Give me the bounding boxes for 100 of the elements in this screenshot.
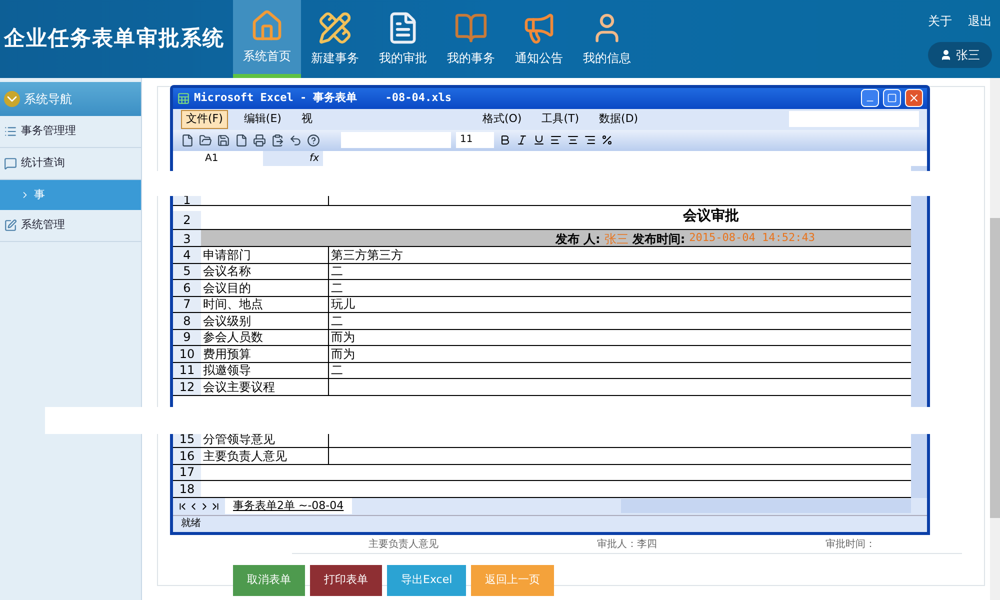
- form-cell-text: 审批时间：: [824, 538, 876, 552]
- status-text: 就绪: [181, 516, 201, 532]
- menu-item[interactable]: 数据(D): [595, 111, 642, 128]
- field-value: 第三方第三方: [330, 248, 404, 261]
- field-label: 费用预算: [202, 348, 252, 360]
- field-value: 而为: [330, 348, 356, 360]
- menu-item[interactable]: 格式(O): [478, 111, 526, 128]
- paste-icon[interactable]: [271, 134, 284, 147]
- undo-icon[interactable]: [289, 134, 302, 147]
- row-number: 18: [173, 481, 201, 497]
- row-number: 5: [173, 264, 201, 280]
- sidebar-title: 系统导航: [24, 91, 72, 108]
- row-number: 10: [173, 346, 201, 362]
- sheet-tab[interactable]: 事务表单2单 ~-08-04: [225, 498, 352, 514]
- close-button[interactable]: [905, 89, 923, 108]
- align-right-icon[interactable]: [584, 134, 596, 146]
- field-value: 玩儿: [330, 298, 356, 310]
- user-pill[interactable]: 张三: [928, 42, 992, 68]
- font-field[interactable]: [341, 132, 451, 148]
- window-title-suffix: -08-04.xls: [385, 90, 452, 106]
- publisher-name: 张三: [604, 231, 628, 246]
- field-label: 时间、地点: [202, 298, 264, 310]
- new-file-icon[interactable]: [181, 134, 194, 147]
- edit-icon: [4, 219, 17, 232]
- font-size-field[interactable]: 11: [456, 132, 494, 148]
- field-value: 二: [330, 364, 344, 376]
- first-sheet-icon[interactable]: [177, 500, 188, 512]
- maximize-icon: [887, 93, 897, 104]
- sheet-heading: 会议审批: [682, 206, 740, 226]
- megaphone-icon: [522, 11, 556, 45]
- field-label: 会议主要议程: [202, 380, 276, 393]
- menu-item[interactable]: 编辑(E): [240, 111, 286, 128]
- nav-tab[interactable]: 我的审批: [369, 0, 437, 78]
- form-cell-text: 主要负责人意见: [368, 538, 440, 552]
- form-cell-text: 审批人：李四: [596, 538, 658, 552]
- nav-tab[interactable]: 通知公告: [505, 0, 573, 78]
- italic-icon[interactable]: [516, 134, 528, 146]
- field-value: 二: [330, 265, 344, 278]
- formula-label: fx: [263, 151, 323, 166]
- scrollbar-thumb[interactable]: [990, 218, 1000, 518]
- nav-tab[interactable]: 新建事务: [301, 0, 369, 78]
- row-number: 11: [173, 362, 201, 378]
- menu-item[interactable]: 工具(T): [538, 111, 584, 128]
- nav-tab[interactable]: 我的事务: [437, 0, 505, 78]
- pencil-ruler-icon: [318, 11, 352, 45]
- field-value: 二: [330, 282, 344, 294]
- field-label: 主要负责人意见: [202, 450, 288, 462]
- row-number: 6: [173, 280, 201, 296]
- row-number: 4: [173, 247, 201, 263]
- field-label: 参会人员数: [202, 331, 264, 344]
- field-label: 申请部门: [202, 248, 252, 261]
- list-icon: [4, 125, 17, 138]
- row-number: 7: [173, 296, 201, 312]
- cell-reference: A1: [204, 152, 220, 166]
- field-label: 会议目的: [202, 282, 252, 294]
- publish-time-label: 发布时间:: [632, 231, 686, 246]
- menu-item[interactable]: 视: [297, 111, 316, 128]
- house-icon: [250, 9, 284, 43]
- window-title: Microsoft Excel - 事务表单: [194, 90, 358, 106]
- publish-time: 2015-08-04 14:52:43: [689, 230, 815, 246]
- chat-icon: [4, 157, 17, 170]
- action-button[interactable]: 打印表单: [310, 565, 382, 596]
- maximize-button[interactable]: [883, 89, 901, 108]
- row-number: 12: [173, 379, 201, 395]
- minimize-button[interactable]: [861, 89, 879, 108]
- close-icon: [908, 92, 920, 104]
- row-number: 2: [173, 211, 201, 230]
- align-left-icon[interactable]: [550, 134, 562, 146]
- nav-tab[interactable]: 系统首页: [233, 0, 301, 78]
- row-number: 16: [173, 448, 201, 464]
- open-folder-icon[interactable]: [199, 134, 212, 147]
- print-icon[interactable]: [253, 134, 266, 147]
- row-number: 3: [173, 230, 201, 246]
- save-icon[interactable]: [217, 134, 230, 147]
- bold-icon[interactable]: [499, 134, 511, 146]
- row-number: 8: [173, 313, 201, 329]
- sidebar-item[interactable]: 事务管理理: [0, 116, 141, 148]
- underline-icon[interactable]: [533, 134, 545, 146]
- person-icon: [940, 49, 952, 61]
- field-label: 拟邀领导: [202, 364, 252, 376]
- row-number: 17: [173, 464, 201, 480]
- last-sheet-icon[interactable]: [210, 500, 221, 512]
- header-link[interactable]: 退出: [968, 12, 992, 30]
- help-icon[interactable]: [307, 134, 320, 147]
- menu-item[interactable]: 文件(F): [181, 110, 228, 129]
- file-icon[interactable]: [235, 134, 248, 147]
- sidebar-item[interactable]: 系统管理: [0, 210, 141, 242]
- header-link[interactable]: 关于: [928, 12, 952, 30]
- publisher-label: 发布 人:: [555, 231, 600, 246]
- spreadsheet-icon: [177, 92, 190, 105]
- horizontal-scrollbar[interactable]: [621, 499, 911, 514]
- help-search-field[interactable]: [789, 111, 919, 128]
- row-number: 9: [173, 330, 201, 346]
- book-icon: [454, 11, 488, 45]
- nav-tab[interactable]: 我的信息: [573, 0, 641, 78]
- field-value: 而为: [330, 331, 356, 344]
- field-value: 二: [330, 314, 344, 327]
- app-title: 企业任务表单审批系统: [2, 25, 226, 52]
- percent-icon[interactable]: [601, 134, 613, 146]
- align-center-icon[interactable]: [567, 134, 579, 146]
